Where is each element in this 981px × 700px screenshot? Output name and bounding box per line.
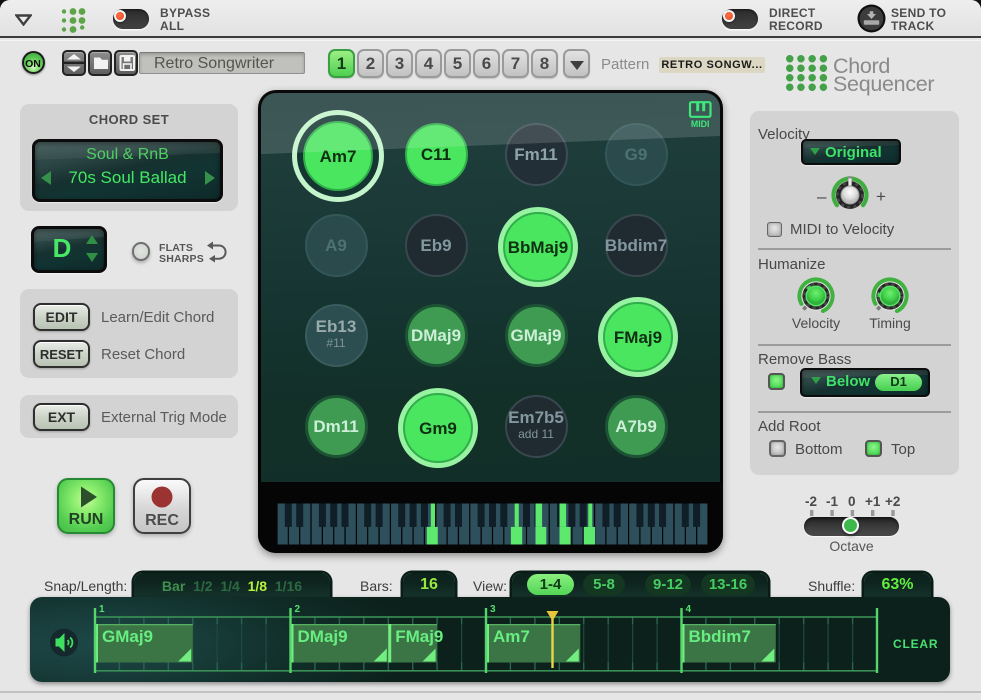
svg-text:MIDI: MIDI: [691, 119, 710, 129]
